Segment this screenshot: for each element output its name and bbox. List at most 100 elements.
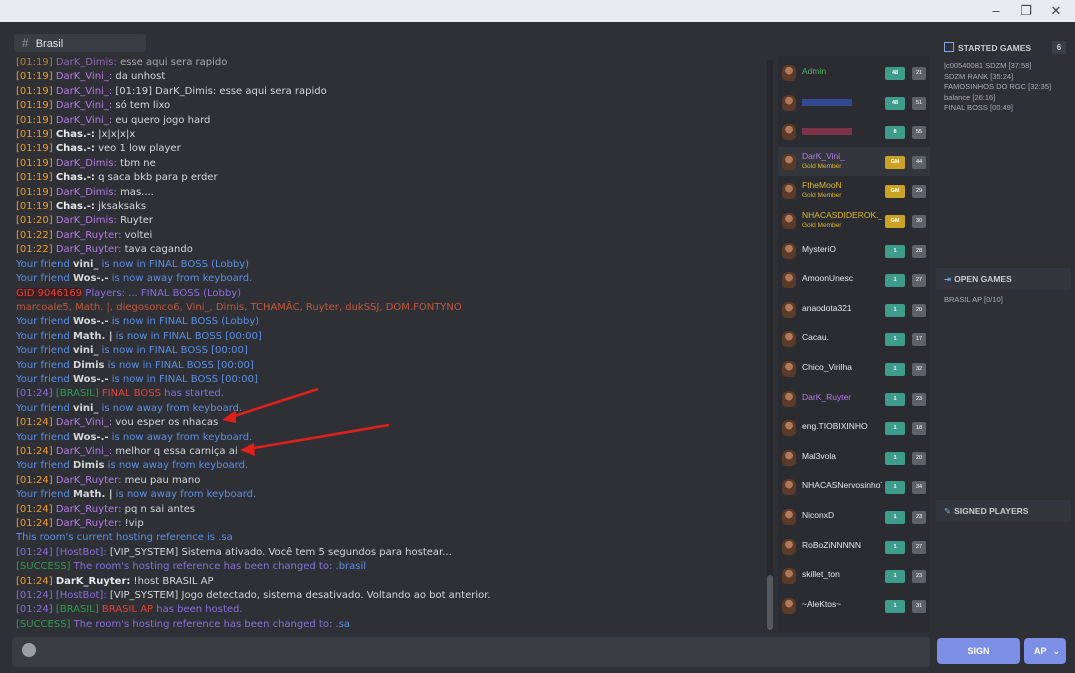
scrollbar-thumb[interactable] bbox=[767, 575, 773, 630]
started-game-item[interactable]: |c00540081 SDZM [37:58] bbox=[944, 61, 1066, 72]
enter-icon: ⇥ bbox=[944, 274, 952, 284]
user-name[interactable]: DarK_Ruyter: bbox=[56, 230, 122, 241]
user-name[interactable]: DarK_Dimis: bbox=[56, 158, 117, 169]
game-name[interactable]: FINAL BOSS bbox=[99, 388, 161, 399]
started-game-item[interactable]: FAMOSINHOS DO RGC [32:35] bbox=[944, 82, 1066, 93]
open-games-header[interactable]: ⇥ OPEN GAMES bbox=[936, 268, 1071, 290]
user-name[interactable]: DarK_Dimis: bbox=[56, 187, 117, 198]
channel-tab[interactable]: # Brasil bbox=[14, 34, 146, 52]
user-name[interactable]: DarK_Dimis: bbox=[56, 215, 117, 226]
user-name[interactable]: DarK_Ruyter: bbox=[56, 518, 122, 529]
minimize-button[interactable]: – bbox=[980, 0, 1012, 22]
avatar bbox=[782, 65, 796, 81]
player-level-badge: 1 bbox=[885, 363, 905, 376]
user-name[interactable]: Chas.-: bbox=[56, 129, 95, 140]
player-row[interactable]: Chico_Virilha 1 32 bbox=[778, 354, 930, 384]
signed-players-header[interactable]: ✎ SIGNED PLAYERS bbox=[936, 500, 1071, 522]
friend-name[interactable]: Math. | bbox=[73, 331, 113, 342]
user-name[interactable]: DarK_Ruyter: bbox=[56, 576, 131, 587]
player-row[interactable]: 48 51 bbox=[778, 88, 930, 118]
message-text: jksaksaks bbox=[94, 201, 147, 213]
message-text: eu quero jogo hard bbox=[112, 114, 211, 126]
player-row[interactable]: Admin 48 21 bbox=[778, 58, 930, 88]
avatar bbox=[782, 479, 796, 496]
player-games-count: 30 bbox=[912, 215, 926, 228]
user-name[interactable]: DarK_Ruyter: bbox=[56, 504, 122, 515]
player-games-count: 20 bbox=[912, 303, 926, 317]
friend-name[interactable]: vini_ bbox=[73, 345, 99, 356]
avatar bbox=[782, 213, 796, 229]
player-level-badge: 1 bbox=[885, 274, 905, 288]
user-name[interactable]: DarK_Vini_: bbox=[56, 115, 112, 126]
started-game-item[interactable]: FINAL BOSS [00:49] bbox=[944, 103, 1066, 114]
user-name[interactable]: DarK_Vini_: bbox=[56, 100, 112, 111]
player-row[interactable]: skillet_ton 1 23 bbox=[778, 561, 930, 591]
maximize-button[interactable]: ❐ bbox=[1010, 0, 1042, 22]
started-game-item[interactable]: balance [26:16] bbox=[944, 93, 1066, 104]
user-name[interactable]: DarK_Ruyter: bbox=[56, 475, 122, 486]
user-name[interactable]: DarK_Dimis: bbox=[56, 57, 117, 68]
friend-prefix: Your friend bbox=[16, 359, 73, 371]
player-row[interactable]: ~AleKtos~ 1 31 bbox=[778, 591, 930, 621]
player-row[interactable]: 8 55 bbox=[778, 117, 930, 147]
player-row[interactable]: NHACASDIDEROK._.T Gold Member GM 30 bbox=[778, 206, 930, 236]
avatar bbox=[782, 597, 796, 614]
user-name[interactable]: Chas.-: bbox=[56, 201, 95, 212]
chat-line: [01:19] Chas.-: jksaksaks bbox=[12, 200, 768, 214]
player-name: MysteriO bbox=[802, 243, 836, 254]
user-name[interactable]: DarK_Vini_: bbox=[56, 446, 112, 457]
timestamp: [01:19] bbox=[16, 85, 53, 97]
player-games-count: 23 bbox=[912, 570, 926, 584]
timestamp: [01:24] bbox=[16, 388, 53, 400]
avatar bbox=[782, 331, 796, 348]
player-games-count: 31 bbox=[912, 599, 926, 613]
friend-name[interactable]: Wos-.- bbox=[73, 374, 109, 385]
friend-name[interactable]: Wos-.- bbox=[73, 316, 109, 327]
message-text: |x|x|x|x bbox=[94, 129, 136, 141]
player-row[interactable]: FtheMooN Gold Member GM 29 bbox=[778, 176, 930, 206]
player-row[interactable]: DarK_Ruyter 1 23 bbox=[778, 384, 930, 414]
user-name[interactable]: DarK_Vini_: bbox=[56, 71, 112, 82]
user-name[interactable]: DarK_Ruyter: bbox=[56, 244, 122, 255]
friend-name[interactable]: Wos-.- bbox=[73, 432, 109, 443]
player-row[interactable]: NHACASNervosinhoT 1 34 bbox=[778, 472, 930, 502]
chat-line: Your friend Wos-.- is now away from keyb… bbox=[12, 431, 768, 445]
player-row[interactable]: AmoonUnesc 1 27 bbox=[778, 265, 930, 295]
timestamp: [01:19] bbox=[16, 57, 53, 68]
friend-name[interactable]: Wos-.- bbox=[73, 273, 109, 284]
chat-input-bar[interactable] bbox=[12, 637, 930, 667]
user-name[interactable]: DarK_Vini_: bbox=[56, 86, 112, 97]
user-name[interactable]: DarK_Vini_: bbox=[56, 417, 112, 428]
close-button[interactable]: ✕ bbox=[1040, 0, 1072, 22]
friend-name[interactable]: Dimis bbox=[73, 360, 105, 371]
user-name[interactable]: Chas.-: bbox=[56, 143, 95, 154]
user-name[interactable]: Chas.-: bbox=[56, 172, 95, 183]
sign-button[interactable]: SIGN bbox=[937, 638, 1020, 664]
friend-name[interactable]: Dimis bbox=[73, 460, 105, 471]
chat-log[interactable]: [01:19] DarK_Dimis: esse aqui sera rapid… bbox=[12, 56, 768, 630]
player-row[interactable]: anaodota321 1 20 bbox=[778, 295, 930, 325]
friend-name[interactable]: vini_ bbox=[73, 259, 99, 270]
open-game-item[interactable]: BRASIL AP [0/10] bbox=[944, 295, 1003, 306]
player-row[interactable]: RoBoZiNNNNN 1 27 bbox=[778, 532, 930, 562]
player-games-count: 29 bbox=[912, 185, 926, 199]
friend-name[interactable]: vini_ bbox=[73, 403, 99, 414]
chat-line: [SUCCESS] The room's hosting reference h… bbox=[12, 560, 768, 574]
player-row[interactable]: Mal3vola 1 20 bbox=[778, 443, 930, 473]
avatar bbox=[782, 361, 796, 377]
chat-scrollbar[interactable] bbox=[767, 60, 773, 630]
chat-line: [01:24] [BRASIL] BRASIL AP has been host… bbox=[12, 603, 768, 617]
player-row[interactable]: eng.TIOBIXINHO 1 18 bbox=[778, 413, 930, 443]
player-row[interactable]: MysteriO 1 28 bbox=[778, 236, 930, 266]
chat-line: [01:19] Chas.-: |x|x|x|x bbox=[12, 128, 768, 142]
player-row[interactable]: NiconxD 1 23 bbox=[778, 502, 930, 532]
chat-line: This room's current hosting reference is… bbox=[12, 531, 768, 545]
ap-dropdown[interactable]: AP ⌄ bbox=[1024, 638, 1066, 664]
player-row[interactable]: Cacau. 1 17 bbox=[778, 324, 930, 354]
player-row[interactable]: DarK_Vini_ Gold Member GM 44 bbox=[778, 146, 930, 177]
player-list[interactable]: Admin 48 21 48 51 8 55 DarK_Vini_ Gold Member GM 4… bbox=[778, 56, 930, 632]
game-name[interactable]: BRASIL AP bbox=[99, 604, 153, 615]
emoji-icon[interactable] bbox=[22, 643, 36, 657]
started-game-item[interactable]: SDZM RANK [35:24] bbox=[944, 72, 1066, 83]
friend-name[interactable]: Math. | bbox=[73, 489, 113, 500]
